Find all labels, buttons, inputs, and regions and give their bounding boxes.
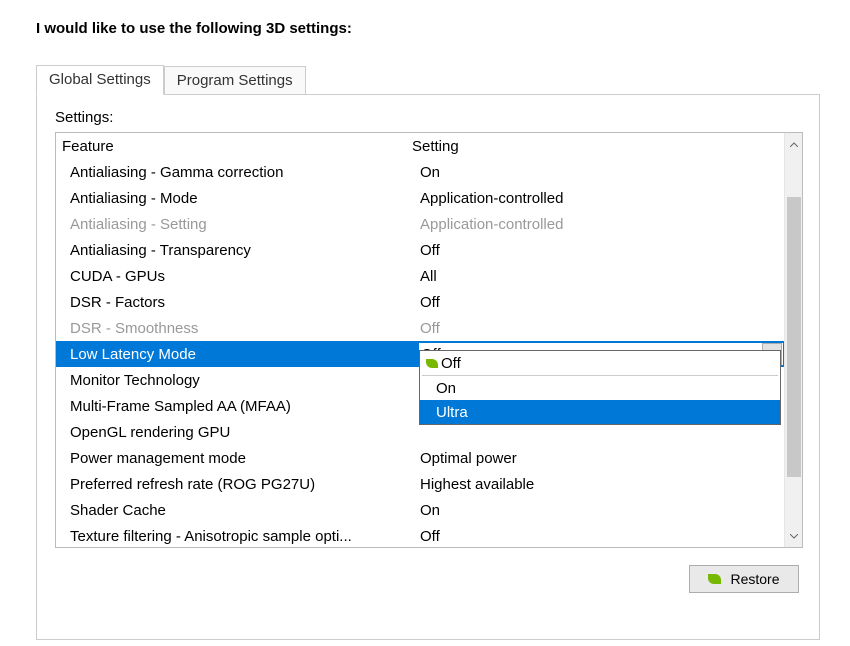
cell-feature: DSR - Smoothness [70, 320, 420, 337]
cell-feature: CUDA - GPUs [70, 268, 420, 285]
cell-setting: Off [420, 320, 784, 337]
table-row[interactable]: Power management mode Optimal power [56, 445, 784, 471]
table-row[interactable]: Antialiasing - Gamma correction On [56, 159, 784, 185]
table-row[interactable]: Antialiasing - Transparency Off [56, 237, 784, 263]
cell-feature: Monitor Technology [70, 372, 420, 389]
settings-panel: Global Settings Program Settings Setting… [36, 64, 820, 640]
dropdown-option-label: Off [441, 355, 461, 372]
dropdown-option-ultra[interactable]: Ultra [420, 400, 780, 424]
cell-setting: Off [420, 242, 784, 259]
nvidia-icon [708, 574, 721, 584]
cell-feature: Texture filtering - Anisotropic sample o… [70, 528, 420, 545]
cell-setting: Application-controlled [420, 190, 784, 207]
cell-setting: Application-controlled [420, 216, 784, 233]
dropdown-option-label: Ultra [436, 404, 468, 421]
scrollbar[interactable] [784, 133, 802, 547]
dropdown-option-off[interactable]: Off [420, 351, 780, 375]
cell-setting: Off [420, 528, 784, 545]
tab-body: Settings: Feature Setting Antialiasing -… [36, 94, 820, 640]
table-row[interactable]: CUDA - GPUs All [56, 263, 784, 289]
cell-setting: On [420, 502, 784, 519]
table-row: DSR - Smoothness Off [56, 315, 784, 341]
cell-feature: Multi-Frame Sampled AA (MFAA) [70, 398, 420, 415]
cell-feature: Antialiasing - Transparency [70, 242, 420, 259]
cell-feature: Antialiasing - Mode [70, 190, 420, 207]
low-latency-dropdown[interactable]: Off On Ultra [419, 350, 781, 425]
restore-button[interactable]: Restore [689, 565, 799, 593]
cell-feature: Power management mode [70, 450, 420, 467]
scroll-thumb[interactable] [787, 197, 801, 477]
grid-header: Feature Setting [56, 133, 784, 159]
cell-feature: Low Latency Mode [70, 346, 420, 363]
cell-setting: Highest available [420, 476, 784, 493]
settings-label: Settings: [55, 109, 801, 126]
cell-feature: OpenGL rendering GPU [70, 424, 420, 441]
table-row[interactable]: Shader Cache On [56, 497, 784, 523]
cell-setting: Optimal power [420, 450, 784, 467]
scroll-up-icon[interactable] [785, 135, 803, 153]
column-header-feature: Feature [62, 138, 412, 155]
cell-feature: Shader Cache [70, 502, 420, 519]
table-row[interactable]: Antialiasing - Mode Application-controll… [56, 185, 784, 211]
dropdown-option-label: On [436, 380, 456, 397]
tab-bar: Global Settings Program Settings [36, 64, 820, 94]
cell-feature: Preferred refresh rate (ROG PG27U) [70, 476, 420, 493]
cell-setting: On [420, 164, 784, 181]
table-row[interactable]: Texture filtering - Anisotropic sample o… [56, 523, 784, 548]
nvidia-icon [426, 359, 438, 368]
restore-button-label: Restore [730, 571, 779, 587]
cell-setting: All [420, 268, 784, 285]
scroll-down-icon[interactable] [785, 527, 803, 545]
cell-feature: Antialiasing - Gamma correction [70, 164, 420, 181]
settings-grid: Feature Setting Antialiasing - Gamma cor… [55, 132, 803, 548]
table-row: Antialiasing - Setting Application-contr… [56, 211, 784, 237]
table-row[interactable]: DSR - Factors Off [56, 289, 784, 315]
table-row[interactable]: Preferred refresh rate (ROG PG27U) Highe… [56, 471, 784, 497]
page-title: I would like to use the following 3D set… [0, 0, 850, 37]
column-header-setting: Setting [412, 138, 784, 155]
cell-feature: Antialiasing - Setting [70, 216, 420, 233]
dropdown-option-on[interactable]: On [420, 376, 780, 400]
tab-program-settings[interactable]: Program Settings [164, 66, 306, 94]
cell-setting: Off [420, 294, 784, 311]
tab-global-settings[interactable]: Global Settings [36, 65, 164, 95]
cell-feature: DSR - Factors [70, 294, 420, 311]
